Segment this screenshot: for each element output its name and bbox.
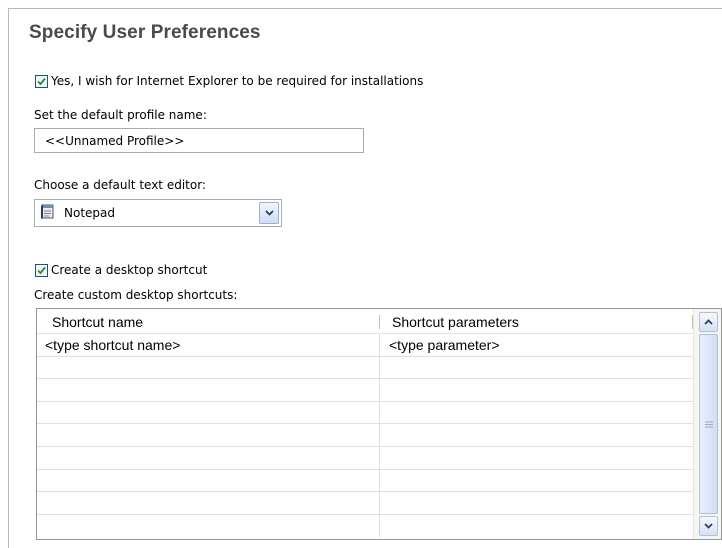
ie-required-checkbox-row[interactable]: Yes, I wish for Internet Explorer to be … <box>35 74 423 88</box>
ie-required-label: Yes, I wish for Internet Explorer to be … <box>51 74 424 88</box>
table-row[interactable]: <type shortcut name> <type parameter> <box>37 334 693 357</box>
custom-shortcuts-label: Create custom desktop shortcuts: <box>34 288 238 302</box>
custom-shortcuts-table[interactable]: Shortcut name Shortcut parameters <type … <box>36 308 722 540</box>
desktop-shortcut-checkbox[interactable] <box>35 263 48 277</box>
dropdown-button[interactable] <box>259 202 279 224</box>
scroll-down-button[interactable] <box>699 516 718 536</box>
vertical-scrollbar[interactable] <box>693 309 721 539</box>
table-row[interactable] <box>37 446 693 470</box>
page-title: Specify User Preferences <box>29 22 261 43</box>
shortcut-parameter-cell[interactable] <box>380 424 693 446</box>
shortcut-name-cell[interactable] <box>37 514 380 538</box>
shortcut-parameter-cell[interactable] <box>380 492 693 514</box>
desktop-shortcut-label: Create a desktop shortcut <box>51 263 208 277</box>
ie-required-checkbox[interactable] <box>35 74 48 88</box>
chevron-up-icon <box>704 319 713 325</box>
table-header: Shortcut name Shortcut parameters <box>37 309 693 334</box>
scrollbar-thumb[interactable] <box>699 334 718 514</box>
checkmark-icon <box>37 266 46 274</box>
shortcut-name-cell[interactable] <box>37 492 380 514</box>
table-row[interactable] <box>37 401 693 425</box>
shortcut-parameter-cell[interactable]: <type parameter> <box>380 334 693 356</box>
checkmark-icon <box>37 77 46 85</box>
shortcut-name-cell[interactable] <box>37 379 380 401</box>
shortcut-parameter-cell[interactable] <box>380 357 693 379</box>
table-row[interactable] <box>37 424 693 447</box>
chevron-down-icon <box>704 523 713 529</box>
shortcut-parameter-cell[interactable] <box>380 379 693 401</box>
table-row[interactable] <box>37 514 693 538</box>
scroll-up-button[interactable] <box>699 312 718 332</box>
column-header-shortcut-name[interactable]: Shortcut name <box>37 309 380 333</box>
desktop-shortcut-checkbox-row[interactable]: Create a desktop shortcut <box>35 263 207 277</box>
shortcut-parameter-cell[interactable] <box>380 470 693 492</box>
table-body: <type shortcut name> <type parameter> <box>37 334 693 538</box>
table-row[interactable] <box>37 356 693 380</box>
chevron-down-icon <box>264 210 274 216</box>
shortcut-name-cell[interactable] <box>37 401 380 424</box>
text-editor-selected: Notepad <box>64 206 115 220</box>
shortcut-name-cell[interactable] <box>37 469 380 492</box>
table-row[interactable] <box>37 492 693 515</box>
profile-name-value: <<Unnamed Profile>> <box>45 134 185 148</box>
grip-icon <box>704 421 713 427</box>
column-header-shortcut-parameters[interactable]: Shortcut parameters <box>380 309 693 333</box>
text-editor-select[interactable]: Notepad <box>34 199 282 227</box>
shortcut-name-cell[interactable] <box>37 446 380 469</box>
profile-name-input[interactable]: <<Unnamed Profile>> <box>34 128 364 153</box>
text-editor-label: Choose a default text editor: <box>34 178 206 192</box>
profile-name-label: Set the default profile name: <box>34 108 207 122</box>
shortcut-parameter-cell[interactable] <box>380 402 693 424</box>
shortcut-name-cell[interactable] <box>37 424 380 446</box>
table-row[interactable] <box>37 379 693 402</box>
shortcut-name-cell[interactable] <box>37 356 380 379</box>
shortcut-parameter-cell[interactable] <box>380 515 693 538</box>
shortcut-parameter-cell[interactable] <box>380 447 693 469</box>
shortcut-name-cell[interactable]: <type shortcut name> <box>37 334 380 356</box>
table-row[interactable] <box>37 469 693 493</box>
notepad-icon <box>39 203 56 223</box>
